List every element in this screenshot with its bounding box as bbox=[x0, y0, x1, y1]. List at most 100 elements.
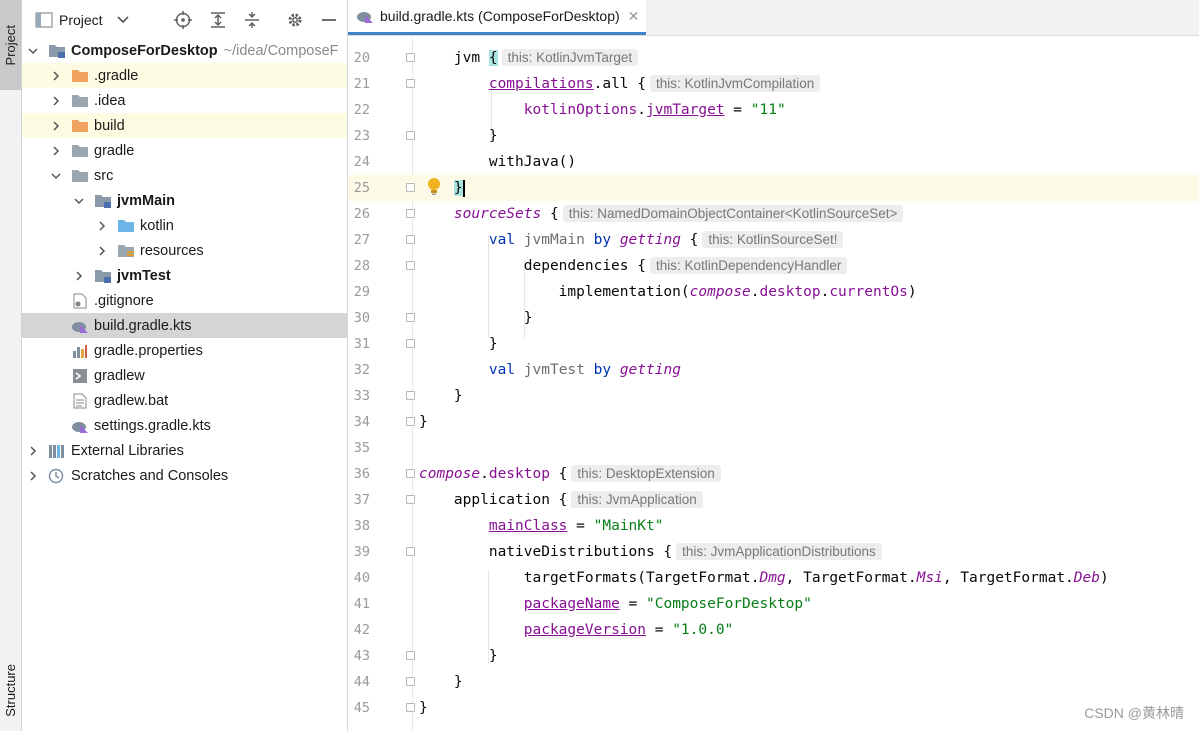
chevron-down-icon[interactable] bbox=[73, 195, 85, 207]
tree-item-label: settings.gradle.kts bbox=[94, 417, 211, 434]
tree-item-resources[interactable]: resources bbox=[22, 238, 347, 263]
fold-marker[interactable] bbox=[406, 53, 415, 62]
project-view-title: Project bbox=[59, 12, 103, 28]
tree-item-gradlew[interactable]: gradlew bbox=[22, 363, 347, 388]
fold-marker[interactable] bbox=[406, 79, 415, 88]
collapse-all-icon[interactable] bbox=[242, 10, 262, 30]
editor-tab-label: build.gradle.kts (ComposeForDesktop) bbox=[380, 8, 620, 24]
tree-item-label: gradle bbox=[94, 142, 135, 159]
tree-item-kotlin[interactable]: kotlin bbox=[22, 213, 347, 238]
string-literal: "MainKt" bbox=[593, 518, 664, 534]
code-editor[interactable]: build.gradle.kts (ComposeForDesktop) ✕ 2… bbox=[348, 0, 1199, 731]
tree-item-jvmtest[interactable]: jvmTest bbox=[22, 263, 347, 288]
minimize-icon[interactable] bbox=[319, 10, 339, 30]
line-number: 29 bbox=[353, 284, 370, 300]
tree-item-gitignore[interactable]: .gitignore bbox=[22, 288, 347, 313]
fold-marker[interactable] bbox=[406, 261, 415, 270]
string-literal: "11" bbox=[750, 102, 786, 118]
text-file-icon bbox=[71, 393, 89, 409]
tree-item-label: gradlew bbox=[94, 367, 145, 384]
fold-marker[interactable] bbox=[406, 547, 415, 556]
tree-item-label: build bbox=[94, 117, 125, 134]
tree-item-gradlew-bat[interactable]: gradlew.bat bbox=[22, 388, 347, 413]
chevron-down-icon[interactable] bbox=[27, 45, 39, 57]
inlay-hint: this: JvmApplicationDistributions bbox=[676, 543, 882, 560]
fold-marker[interactable] bbox=[406, 469, 415, 478]
code-line: 26 sourceSets {this: NamedDomainObjectCo… bbox=[348, 201, 1199, 227]
structure-tool-tab[interactable]: Structure bbox=[0, 655, 21, 725]
tree-item-label: src bbox=[94, 167, 114, 184]
chevron-right-icon[interactable] bbox=[50, 70, 62, 82]
line-number: 39 bbox=[353, 544, 370, 560]
chevron-right-icon[interactable] bbox=[27, 445, 39, 457]
fold-marker[interactable] bbox=[406, 417, 415, 426]
fold-marker[interactable] bbox=[406, 209, 415, 218]
code-line: 34} bbox=[348, 409, 1199, 435]
chevron-right-icon[interactable] bbox=[27, 470, 39, 482]
locate-icon[interactable] bbox=[173, 10, 193, 30]
line-number: 28 bbox=[353, 258, 370, 274]
gradle-kts-file-icon bbox=[357, 12, 373, 23]
tree-item-settings-gradle-kts[interactable]: settings.gradle.kts bbox=[22, 413, 347, 438]
chevron-right-icon[interactable] bbox=[73, 270, 85, 282]
chevron-down-icon[interactable] bbox=[50, 170, 62, 182]
chevron-right-icon[interactable] bbox=[50, 120, 62, 132]
project-tool-tab[interactable]: Project bbox=[0, 0, 21, 90]
line-number: 41 bbox=[353, 596, 370, 612]
fold-marker[interactable] bbox=[406, 677, 415, 686]
tree-item-external-libraries[interactable]: External Libraries bbox=[22, 438, 347, 463]
fold-marker[interactable] bbox=[406, 391, 415, 400]
fold-marker[interactable] bbox=[406, 235, 415, 244]
tree-item-idea-dir[interactable]: .idea bbox=[22, 88, 347, 113]
fold-marker[interactable] bbox=[406, 313, 415, 322]
tree-item-jvmmain[interactable]: jvmMain bbox=[22, 188, 347, 213]
chevron-right-icon[interactable] bbox=[50, 145, 62, 157]
tree-item-src[interactable]: src bbox=[22, 163, 347, 188]
fold-marker[interactable] bbox=[406, 131, 415, 140]
chevron-right-icon[interactable] bbox=[96, 220, 108, 232]
tree-item-gradle-properties[interactable]: gradle.properties bbox=[22, 338, 347, 363]
inlay-hint: this: DesktopExtension bbox=[571, 465, 721, 482]
editor-tab-build-gradle-kts[interactable]: build.gradle.kts (ComposeForDesktop) ✕ bbox=[348, 0, 646, 35]
project-panel-header: Project bbox=[22, 0, 347, 40]
gear-icon[interactable] bbox=[285, 10, 305, 30]
tree-item-label: kotlin bbox=[140, 217, 174, 234]
line-number: 34 bbox=[353, 414, 370, 430]
chevron-right-icon[interactable] bbox=[50, 95, 62, 107]
code-line: 31 } bbox=[348, 331, 1199, 357]
tree-item-build-dir[interactable]: build bbox=[22, 113, 347, 138]
tree-item-build-gradle-kts[interactable]: build.gradle.kts bbox=[22, 313, 347, 338]
inlay-hint: this: KotlinDependencyHandler bbox=[649, 257, 848, 274]
expand-all-icon[interactable] bbox=[208, 10, 228, 30]
fold-marker[interactable] bbox=[406, 183, 415, 192]
tree-item-gradle-dir[interactable]: .gradle bbox=[22, 63, 347, 88]
tree-item-path: ~/idea/ComposeF bbox=[223, 42, 339, 59]
fold-marker[interactable] bbox=[406, 651, 415, 660]
chevron-right-icon[interactable] bbox=[96, 245, 108, 257]
close-icon[interactable]: ✕ bbox=[628, 8, 640, 25]
line-number: 37 bbox=[353, 492, 370, 508]
tree-item-scratches[interactable]: Scratches and Consoles bbox=[22, 463, 347, 488]
line-number: 27 bbox=[353, 232, 370, 248]
code-line: 22 kotlinOptions.jvmTarget = "11" bbox=[348, 97, 1199, 123]
tree-item-gradle-folder[interactable]: gradle bbox=[22, 138, 347, 163]
inlay-hint: this: NamedDomainObjectContainer<KotlinS… bbox=[562, 205, 904, 222]
code-line: 36 compose.desktop {this: DesktopExtensio… bbox=[348, 461, 1199, 487]
project-view-selector[interactable]: Project bbox=[35, 12, 129, 28]
project-panel: Project ComposeForDesktop ~/idea/Compose… bbox=[22, 0, 348, 731]
code-line-current: 25 } bbox=[348, 175, 1199, 201]
fold-marker[interactable] bbox=[406, 495, 415, 504]
string-literal: "ComposeForDesktop" bbox=[646, 596, 812, 612]
tree-item-project-root[interactable]: ComposeForDesktop ~/idea/ComposeF bbox=[22, 38, 347, 63]
tree-item-label: build.gradle.kts bbox=[94, 317, 192, 334]
code-line: 23 } bbox=[348, 123, 1199, 149]
code-line: 38 mainClass = "MainKt" bbox=[348, 513, 1199, 539]
tree-item-label: jvmMain bbox=[117, 192, 176, 209]
project-tool-tab-label: Project bbox=[3, 24, 18, 66]
fold-marker[interactable] bbox=[406, 703, 415, 712]
fold-marker[interactable] bbox=[406, 339, 415, 348]
line-number: 43 bbox=[353, 648, 370, 664]
tree-item-label: External Libraries bbox=[71, 442, 184, 459]
line-number: 38 bbox=[353, 518, 370, 534]
tree-item-label: Scratches and Consoles bbox=[71, 467, 229, 484]
